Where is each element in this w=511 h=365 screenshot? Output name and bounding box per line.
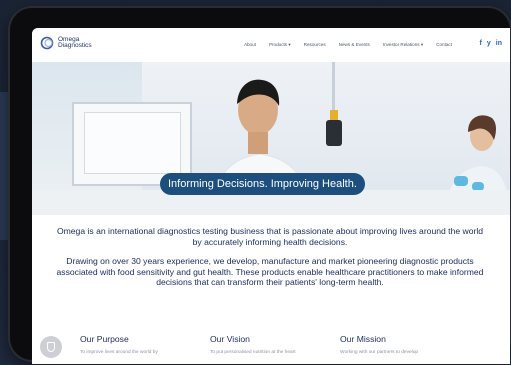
menu-item-contact[interactable]: Contact bbox=[436, 42, 452, 48]
website-screen: Omega Diagnostics About Products ▾ Resou… bbox=[32, 28, 510, 364]
facebook-icon[interactable]: f bbox=[480, 40, 482, 47]
section-vision: Our Vision To put personalised nutrition… bbox=[210, 334, 340, 355]
main-menu: About Products ▾ Resources News & Events… bbox=[244, 42, 452, 48]
intro-paragraph-2: Drawing on over 30 years experience, we … bbox=[56, 256, 484, 287]
logo-line2: Diagnostics bbox=[58, 42, 92, 49]
hero-lab-bottle bbox=[326, 110, 342, 146]
tablet-frame: Omega Diagnostics About Products ▾ Resou… bbox=[10, 8, 510, 364]
section-purpose-title: Our Purpose bbox=[80, 334, 129, 344]
menu-item-resources[interactable]: Resources bbox=[304, 42, 326, 48]
section-vision-text: To put personalised nutrition at the hea… bbox=[210, 350, 296, 355]
hero-banner: Informing Decisions. Improving Health. bbox=[32, 62, 510, 215]
intro-text: Omega is an international diagnostics te… bbox=[54, 226, 486, 297]
menu-item-products[interactable]: Products ▾ bbox=[269, 42, 291, 48]
omega-logo[interactable]: Omega Diagnostics bbox=[40, 36, 92, 50]
section-mission: Our Mission Working with our partners to… bbox=[340, 334, 470, 355]
section-vision-title: Our Vision bbox=[210, 334, 250, 344]
section-mission-title: Our Mission bbox=[340, 334, 386, 344]
hero-tagline: Informing Decisions. Improving Health. bbox=[160, 173, 365, 195]
twitter-icon[interactable]: y bbox=[487, 40, 491, 47]
accessibility-badge-icon[interactable] bbox=[40, 336, 62, 358]
section-mission-text: Working with our partners to develop bbox=[340, 350, 419, 355]
linkedin-icon[interactable]: in bbox=[496, 40, 502, 47]
sections-row: Our Purpose To improve lives around the … bbox=[80, 334, 490, 355]
top-nav: Omega Diagnostics About Products ▾ Resou… bbox=[32, 28, 510, 62]
omega-logo-icon bbox=[40, 36, 54, 50]
menu-item-about[interactable]: About bbox=[244, 42, 256, 48]
section-purpose-text: To improve lives around the world by bbox=[80, 350, 158, 355]
section-purpose: Our Purpose To improve lives around the … bbox=[80, 334, 210, 355]
menu-item-investor-relations[interactable]: Investor Relations ▾ bbox=[383, 42, 423, 48]
social-links: f y in bbox=[480, 40, 502, 47]
menu-item-news-events[interactable]: News & Events bbox=[339, 42, 370, 48]
intro-paragraph-1: Omega is an international diagnostics te… bbox=[56, 226, 484, 247]
logo-text: Omega Diagnostics bbox=[58, 36, 92, 50]
